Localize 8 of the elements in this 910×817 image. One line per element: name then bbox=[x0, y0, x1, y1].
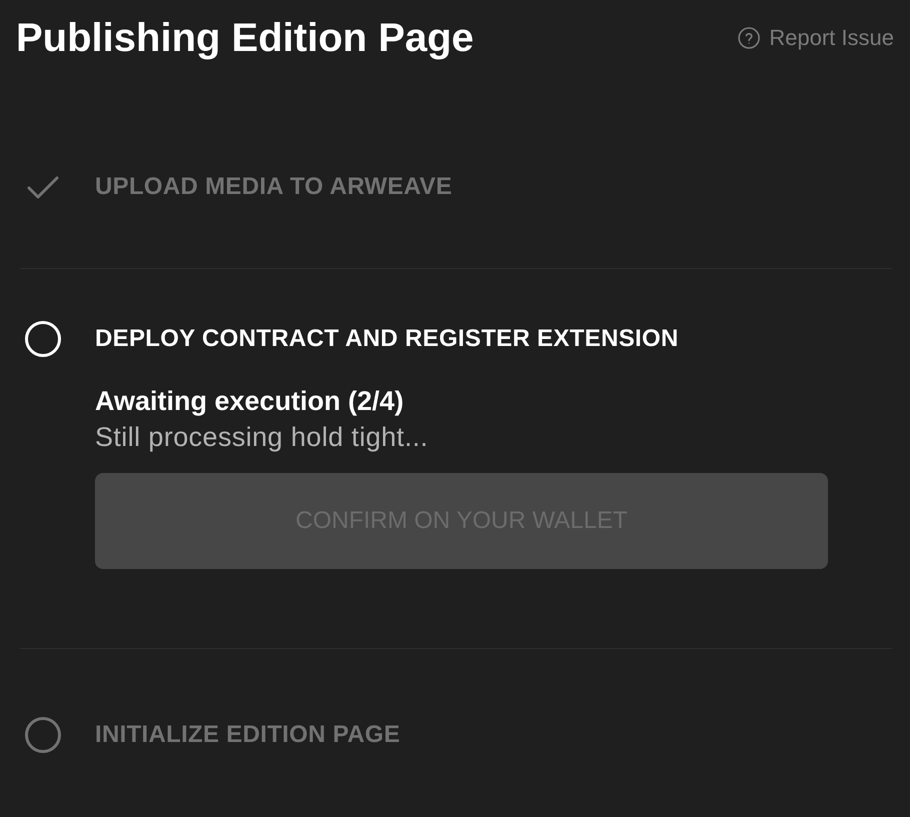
page-title: Publishing Edition Page bbox=[16, 14, 474, 62]
status-heading: Awaiting execution (2/4) bbox=[95, 385, 404, 418]
step-label: INITIALIZE EDITION PAGE bbox=[95, 720, 400, 750]
step-label: UPLOAD MEDIA TO ARWEAVE bbox=[95, 172, 452, 202]
status-message: Still processing hold tight... bbox=[95, 421, 428, 454]
help-icon bbox=[738, 26, 760, 48]
report-issue-link[interactable]: Report Issue bbox=[738, 24, 894, 52]
step-label: DEPLOY CONTRACT AND REGISTER EXTENSION bbox=[95, 324, 678, 354]
